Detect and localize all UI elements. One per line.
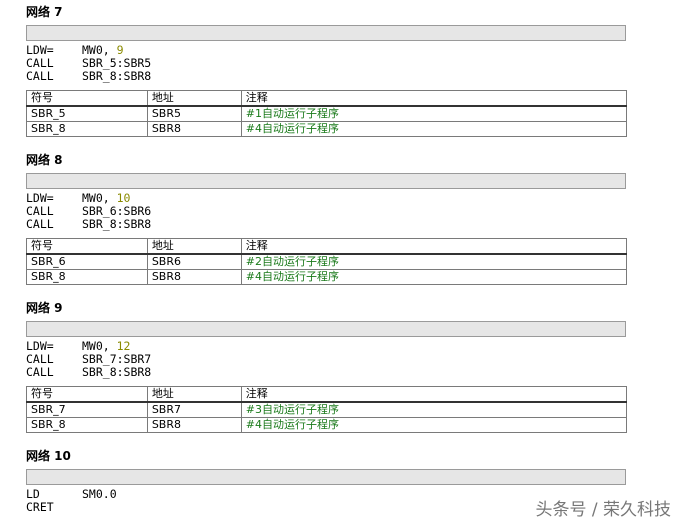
network-comment-field[interactable] xyxy=(26,173,626,189)
cell-comment[interactable]: #1自动运行子程序 xyxy=(240,105,628,122)
cell-comment[interactable]: #2自动运行子程序 xyxy=(240,253,628,270)
code-number: 9 xyxy=(116,43,124,57)
header-symbol: 符号 xyxy=(26,238,148,255)
cell-comment[interactable]: #4自动运行子程序 xyxy=(240,121,628,137)
header-symbol: 符号 xyxy=(26,90,148,107)
symbol-table: 符号 地址 注释 SBR_5 SBR5 #1自动运行子程序 SBR_8 SBR8… xyxy=(26,90,628,137)
code-args: MW0, xyxy=(82,43,117,57)
stl-code[interactable]: LDW= MW0, 10 CALL SBR_6:SBR6 CALL SBR_8:SBR… xyxy=(26,192,626,231)
header-comment: 注释 xyxy=(240,386,628,403)
network-comment-field[interactable] xyxy=(26,321,626,337)
network-title[interactable]: 网络 8 xyxy=(26,153,63,167)
symbol-table: 符号 地址 注释 SBR_7 SBR7 #3自动运行子程序 SBR_8 SBR8… xyxy=(26,386,628,433)
code-args: SBR_7:SBR7 xyxy=(82,352,152,366)
cell-address[interactable]: SBR5 xyxy=(146,105,242,122)
header-comment: 注释 xyxy=(240,238,628,255)
code-number: 10 xyxy=(116,191,131,205)
table-header-row: 符号 地址 注释 xyxy=(26,90,628,107)
cell-comment[interactable]: #4自动运行子程序 xyxy=(240,417,628,433)
cell-address[interactable]: SBR8 xyxy=(146,269,242,285)
stl-code[interactable]: LDW= MW0, 12 CALL SBR_7:SBR7 CALL SBR_8:SBR… xyxy=(26,340,626,379)
code-args: SBR_6:SBR6 xyxy=(82,204,152,218)
code-line: CALL SBR_8:SBR8 xyxy=(26,366,626,379)
cell-address[interactable]: SBR6 xyxy=(146,253,242,270)
cell-comment[interactable]: #3自动运行子程序 xyxy=(240,401,628,418)
code-line: CALL SBR_8:SBR8 xyxy=(26,218,626,231)
code-op: CALL xyxy=(26,365,54,379)
table-row: SBR_7 SBR7 #3自动运行子程序 xyxy=(26,401,628,418)
network-title[interactable]: 网络 7 xyxy=(26,5,63,19)
code-args: SBR_8:SBR8 xyxy=(82,69,152,83)
network-comment-field[interactable] xyxy=(26,469,626,485)
watermark: 头条号 / 荣久科技 xyxy=(535,500,671,520)
table-row: SBR_6 SBR6 #2自动运行子程序 xyxy=(26,253,628,270)
header-symbol: 符号 xyxy=(26,386,148,403)
code-line: CALL SBR_8:SBR8 xyxy=(26,70,626,83)
cell-address[interactable]: SBR8 xyxy=(146,121,242,137)
cell-symbol[interactable]: SBR_7 xyxy=(26,401,148,418)
code-op: CRET xyxy=(26,500,54,514)
code-args: SBR_5:SBR5 xyxy=(82,56,152,70)
cell-comment[interactable]: #4自动运行子程序 xyxy=(240,269,628,285)
symbol-table: 符号 地址 注释 SBR_6 SBR6 #2自动运行子程序 SBR_8 SBR8… xyxy=(26,238,628,285)
code-op: CALL xyxy=(26,217,54,231)
table-row: SBR_8 SBR8 #4自动运行子程序 xyxy=(26,269,628,285)
header-address: 地址 xyxy=(146,90,242,107)
code-args: MW0, xyxy=(82,191,117,205)
network-title[interactable]: 网络 9 xyxy=(26,301,63,315)
code-op: CALL xyxy=(26,69,54,83)
code-args: MW0, xyxy=(82,339,117,353)
header-address: 地址 xyxy=(146,386,242,403)
cell-symbol[interactable]: SBR_5 xyxy=(26,105,148,122)
cell-address[interactable]: SBR8 xyxy=(146,417,242,433)
code-args: SM0.0 xyxy=(82,487,117,501)
header-address: 地址 xyxy=(146,238,242,255)
stl-code[interactable]: LDW= MW0, 9 CALL SBR_5:SBR5 CALL SBR_8:SBR8 xyxy=(26,44,626,83)
table-row: SBR_5 SBR5 #1自动运行子程序 xyxy=(26,105,628,122)
cell-symbol[interactable]: SBR_8 xyxy=(26,417,148,433)
cell-symbol[interactable]: SBR_8 xyxy=(26,269,148,285)
code-args: SBR_8:SBR8 xyxy=(82,217,152,231)
cell-symbol[interactable]: SBR_8 xyxy=(26,121,148,137)
network-comment-field[interactable] xyxy=(26,25,626,41)
table-header-row: 符号 地址 注释 xyxy=(26,386,628,403)
table-row: SBR_8 SBR8 #4自动运行子程序 xyxy=(26,417,628,433)
network-title[interactable]: 网络 10 xyxy=(26,449,71,463)
table-header-row: 符号 地址 注释 xyxy=(26,238,628,255)
cell-address[interactable]: SBR7 xyxy=(146,401,242,418)
header-comment: 注释 xyxy=(240,90,628,107)
cell-symbol[interactable]: SBR_6 xyxy=(26,253,148,270)
table-row: SBR_8 SBR8 #4自动运行子程序 xyxy=(26,121,628,137)
code-number: 12 xyxy=(116,339,131,353)
code-args: SBR_8:SBR8 xyxy=(82,365,152,379)
